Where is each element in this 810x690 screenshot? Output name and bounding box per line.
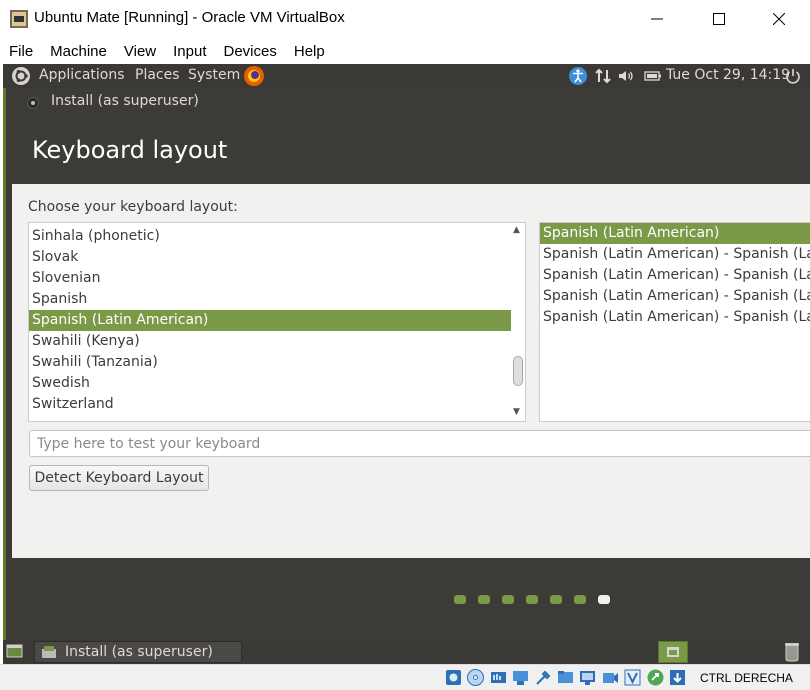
menu-file[interactable]: File <box>9 43 33 60</box>
taskbar-install-button[interactable]: Install (as superuser) <box>34 641 242 663</box>
places-menu[interactable]: Places <box>135 67 180 83</box>
choose-layout-label: Choose your keyboard layout: <box>28 199 238 215</box>
detect-keyboard-button[interactable]: Detect Keyboard Layout <box>29 465 209 491</box>
host-key-label: CTRL DERECHA <box>700 671 793 685</box>
layout-item[interactable]: Swedish <box>29 373 513 394</box>
shared-folders-icon[interactable] <box>556 668 575 687</box>
trash-icon[interactable] <box>782 641 802 663</box>
power-icon[interactable] <box>783 66 803 86</box>
page-title: Keyboard layout <box>32 136 228 164</box>
hard-disk-icon[interactable] <box>444 668 463 687</box>
layout-scrollbar[interactable]: ▲ ▼ <box>511 223 525 421</box>
progress-dot <box>502 595 514 604</box>
taskbar-install-label: Install (as superuser) <box>65 644 213 660</box>
applications-menu[interactable]: Applications <box>39 67 125 83</box>
progress-dot <box>550 595 562 604</box>
progress-dot <box>574 595 586 604</box>
maximize-button[interactable] <box>688 0 750 38</box>
volume-icon[interactable] <box>616 66 636 86</box>
layout-item[interactable]: Sinhala (phonetic) <box>29 226 513 247</box>
battery-icon[interactable] <box>643 66 663 86</box>
layout-item[interactable]: Swahili (Tanzania) <box>29 352 513 373</box>
virtualbox-icon <box>10 10 28 28</box>
accessibility-icon[interactable] <box>568 66 588 86</box>
progress-dot <box>526 595 538 604</box>
close-button[interactable] <box>748 0 810 38</box>
vbox-menu-bar: File Machine View Input Devices Help <box>0 38 810 64</box>
menu-machine[interactable]: Machine <box>50 43 107 60</box>
progress-dots <box>454 595 622 604</box>
window-edge-strip <box>3 88 6 664</box>
network-icon[interactable] <box>593 66 613 86</box>
window-title: Ubuntu Mate [Running] - Oracle VM Virtua… <box>34 9 345 26</box>
installer-icon <box>42 646 56 658</box>
minimize-icon <box>651 18 663 20</box>
scroll-up-icon[interactable]: ▲ <box>513 225 520 235</box>
layout-item[interactable]: Swahili (Kenya) <box>29 331 513 352</box>
show-desktop-icon[interactable] <box>6 643 23 660</box>
window-close-dot[interactable] <box>27 97 39 109</box>
top-panel: Applications Places System Tue Oct 29, 1… <box>3 64 810 88</box>
progress-dot <box>478 595 490 604</box>
menu-input[interactable]: Input <box>173 43 206 60</box>
installer-header: Install (as superuser) Keyboard layout <box>3 88 810 664</box>
menu-help[interactable]: Help <box>294 43 325 60</box>
variant-list[interactable]: Spanish (Latin American) Spanish (Latin … <box>539 222 810 422</box>
workspace-thumb-icon <box>667 647 679 657</box>
minimize-button[interactable] <box>626 0 688 38</box>
firefox-icon[interactable] <box>243 65 265 87</box>
progress-dot <box>454 595 466 604</box>
audio-icon[interactable] <box>489 668 508 687</box>
layout-list[interactable]: Sinhala (phonetic) Slovak Slovenian Span… <box>28 222 526 422</box>
variant-item-selected[interactable]: Spanish (Latin American) <box>540 223 810 244</box>
usb-icon[interactable] <box>534 668 553 687</box>
video-capture-icon[interactable] <box>601 668 620 687</box>
vbox-status-bar: CTRL DERECHA <box>0 664 810 690</box>
installer-content: Choose your keyboard layout: Sinhala (ph… <box>12 184 810 558</box>
progress-dot-current <box>598 595 610 604</box>
panel-clock[interactable]: Tue Oct 29, 14:19 <box>666 67 790 83</box>
menu-devices[interactable]: Devices <box>224 43 277 60</box>
variant-item[interactable]: Spanish (Latin American) - Spanish (Lat <box>540 244 810 265</box>
maximize-icon <box>713 13 725 25</box>
workspace-switcher[interactable] <box>658 641 688 663</box>
virtualization-icon[interactable] <box>623 668 642 687</box>
host-title-bar: Ubuntu Mate [Running] - Oracle VM Virtua… <box>0 0 810 38</box>
keyboard-test-input[interactable] <box>29 430 810 457</box>
menu-view[interactable]: View <box>124 43 156 60</box>
layout-item-selected[interactable]: Spanish (Latin American) <box>29 310 513 331</box>
layout-item[interactable]: Slovak <box>29 247 513 268</box>
scroll-down-icon[interactable]: ▼ <box>513 407 520 417</box>
network-adapter-icon[interactable] <box>511 668 530 687</box>
system-menu[interactable]: System <box>188 67 240 83</box>
layout-item[interactable]: Spanish <box>29 289 513 310</box>
optical-drive-icon[interactable] <box>466 668 485 687</box>
ubuntu-logo-icon[interactable] <box>11 66 31 86</box>
variant-item[interactable]: Spanish (Latin American) - Spanish (Lat <box>540 265 810 286</box>
bottom-panel: Install (as superuser) <box>3 640 810 664</box>
display-icon[interactable] <box>578 668 597 687</box>
variant-item[interactable]: Spanish (Latin American) - Spanish (Lat <box>540 286 810 307</box>
installer-window-title: Install (as superuser) <box>51 93 199 109</box>
close-icon <box>773 13 785 25</box>
mouse-integration-icon[interactable] <box>646 668 665 687</box>
layout-item[interactable]: Slovenian <box>29 268 513 289</box>
variant-item[interactable]: Spanish (Latin American) - Spanish (Lat <box>540 307 810 328</box>
keyboard-capture-icon[interactable] <box>668 668 687 687</box>
progress-footer <box>12 558 810 640</box>
guest-screen: Applications Places System Tue Oct 29, 1… <box>3 64 810 664</box>
layout-item[interactable]: Switzerland <box>29 394 513 415</box>
scroll-thumb[interactable] <box>513 356 523 386</box>
